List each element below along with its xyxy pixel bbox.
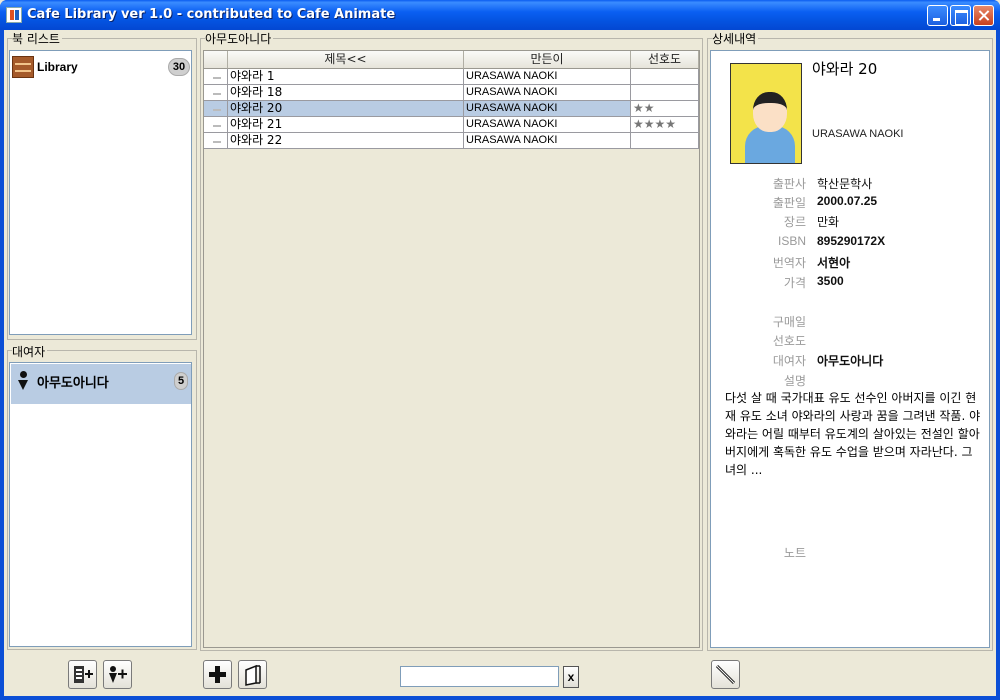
maximize-button[interactable] bbox=[950, 5, 971, 26]
column-header-rating[interactable]: 선호도 bbox=[631, 51, 699, 69]
genre-label: 장르 bbox=[783, 215, 806, 229]
title-cell: 야와라 18 bbox=[228, 85, 464, 101]
price-value: 3500 bbox=[817, 274, 844, 288]
rating-cell bbox=[631, 69, 699, 85]
price-label: 가격 bbox=[783, 276, 806, 290]
list-item-borrower[interactable]: 아무도아니다 5 bbox=[11, 364, 191, 404]
column-header-author[interactable]: 만든이 bbox=[464, 51, 631, 69]
genre-value: 만화 bbox=[817, 215, 840, 229]
library-label: Library bbox=[37, 60, 78, 74]
author-cell: URASAWA NAOKI bbox=[464, 85, 631, 101]
rating-cell: ★★ bbox=[631, 101, 699, 117]
person-icon bbox=[17, 371, 29, 391]
table-row[interactable]: 야와라 21 URASAWA NAOKI ★★★★ bbox=[204, 117, 699, 133]
books-table-viewport[interactable]: 제목<< 만든이 선호도 야와라 1 URASAWA NAOKI 야와라 18 … bbox=[203, 50, 700, 648]
author-cell: URASAWA NAOKI bbox=[464, 101, 631, 117]
thumb-cell bbox=[204, 117, 228, 133]
add-borrower-button[interactable] bbox=[103, 660, 132, 689]
note-label: 노트 bbox=[783, 546, 806, 560]
thumb-cell bbox=[204, 69, 228, 85]
clear-search-button[interactable]: x bbox=[563, 666, 579, 688]
column-header-thumb[interactable] bbox=[204, 51, 228, 69]
description-text: 다섯 살 때 국가대표 유도 선수인 아버지를 이긴 현재 유도 소녀 야와라의… bbox=[725, 391, 981, 477]
add-library-button[interactable] bbox=[68, 660, 97, 689]
client-area: 북 리스트 Library 30 대여자 아무도아니다 5 아무도아니다 제목<… bbox=[4, 30, 996, 696]
book-cover-image[interactable] bbox=[730, 63, 802, 164]
purchase-date-label: 구매일 bbox=[772, 315, 806, 329]
edit-book-button[interactable] bbox=[711, 660, 740, 689]
table-row[interactable]: 야와라 1 URASAWA NAOKI bbox=[204, 69, 699, 85]
books-group-label: 아무도아니다 bbox=[205, 30, 274, 47]
author-cell: URASAWA NAOKI bbox=[464, 133, 631, 149]
borrower-count-badge: 5 bbox=[174, 372, 188, 390]
rating-cell bbox=[631, 85, 699, 101]
title-cell: 야와라 20 bbox=[228, 101, 464, 117]
add-borrower-icon bbox=[109, 666, 127, 683]
thumb-cell bbox=[204, 133, 228, 149]
list-item-library[interactable]: Library 30 bbox=[11, 55, 190, 79]
table-row[interactable]: 야와라 18 URASAWA NAOKI bbox=[204, 85, 699, 101]
borrower-field-value: 아무도아니다 bbox=[817, 354, 884, 368]
preference-label: 선호도 bbox=[772, 334, 806, 348]
pencil-icon bbox=[715, 664, 736, 685]
borrower-label: 아무도아니다 bbox=[37, 376, 109, 391]
thumb-cell bbox=[204, 85, 228, 101]
app-icon bbox=[6, 7, 22, 23]
isbn-label: ISBN bbox=[777, 234, 806, 248]
booklist-label: 북 리스트 bbox=[12, 30, 62, 47]
publisher-label: 출판사 bbox=[772, 177, 806, 191]
rating-cell bbox=[631, 133, 699, 149]
minimize-button[interactable] bbox=[927, 5, 948, 26]
book-title: 야와라 20 bbox=[812, 60, 878, 78]
thumbnail-icon bbox=[210, 135, 224, 146]
thumbnail-icon bbox=[210, 87, 224, 98]
author-cell: URASAWA NAOKI bbox=[464, 69, 631, 85]
column-header-title[interactable]: 제목<< bbox=[228, 51, 464, 69]
borrower-field-label: 대여자 bbox=[772, 354, 806, 368]
add-book-button[interactable] bbox=[203, 660, 232, 689]
title-bar[interactable]: Cafe Library ver 1.0 - contributed to Ca… bbox=[0, 0, 1000, 30]
bookshelf-icon bbox=[12, 56, 34, 78]
window-bottom-border bbox=[0, 696, 1000, 700]
rating-cell: ★★★★ bbox=[631, 117, 699, 133]
thumbnail-icon bbox=[210, 119, 224, 130]
pubdate-label: 출판일 bbox=[772, 196, 806, 210]
borrowers-label: 대여자 bbox=[12, 343, 48, 360]
booklist-list[interactable]: Library 30 bbox=[9, 50, 192, 335]
add-library-icon bbox=[74, 666, 93, 683]
details-group-label: 상세내역 bbox=[712, 30, 759, 47]
window-title: Cafe Library ver 1.0 - contributed to Ca… bbox=[27, 7, 396, 22]
table-row[interactable]: 야와라 22 URASAWA NAOKI bbox=[204, 133, 699, 149]
title-cell: 야와라 1 bbox=[228, 69, 464, 85]
table-row-selected[interactable]: 야와라 20 URASAWA NAOKI ★★ bbox=[204, 101, 699, 117]
library-count-badge: 30 bbox=[168, 58, 190, 76]
isbn-value: 895290172X bbox=[817, 234, 886, 248]
title-cell: 야와라 22 bbox=[228, 133, 464, 149]
pubdate-value: 2000.07.25 bbox=[817, 194, 878, 208]
thumb-cell bbox=[204, 101, 228, 117]
search-input[interactable] bbox=[400, 666, 559, 687]
thumbnail-icon bbox=[210, 71, 224, 82]
translator-value: 서현아 bbox=[817, 256, 851, 270]
translator-label: 번역자 bbox=[772, 256, 806, 270]
thumbnail-icon bbox=[210, 103, 224, 114]
details-panel: 야와라 20 URASAWA NAOKI 출판사 학산문학사 출판일 2000.… bbox=[710, 50, 990, 648]
publisher-value: 학산문학사 bbox=[817, 177, 873, 191]
plus-icon bbox=[209, 666, 226, 683]
close-button[interactable] bbox=[973, 5, 994, 26]
lend-book-button[interactable] bbox=[238, 660, 267, 689]
author-cell: URASAWA NAOKI bbox=[464, 117, 631, 133]
lend-book-icon bbox=[245, 664, 261, 686]
book-author: URASAWA NAOKI bbox=[812, 128, 904, 140]
borrowers-list[interactable]: 아무도아니다 5 bbox=[9, 362, 192, 647]
title-cell: 야와라 21 bbox=[228, 117, 464, 133]
description-label: 설명 bbox=[783, 374, 806, 388]
